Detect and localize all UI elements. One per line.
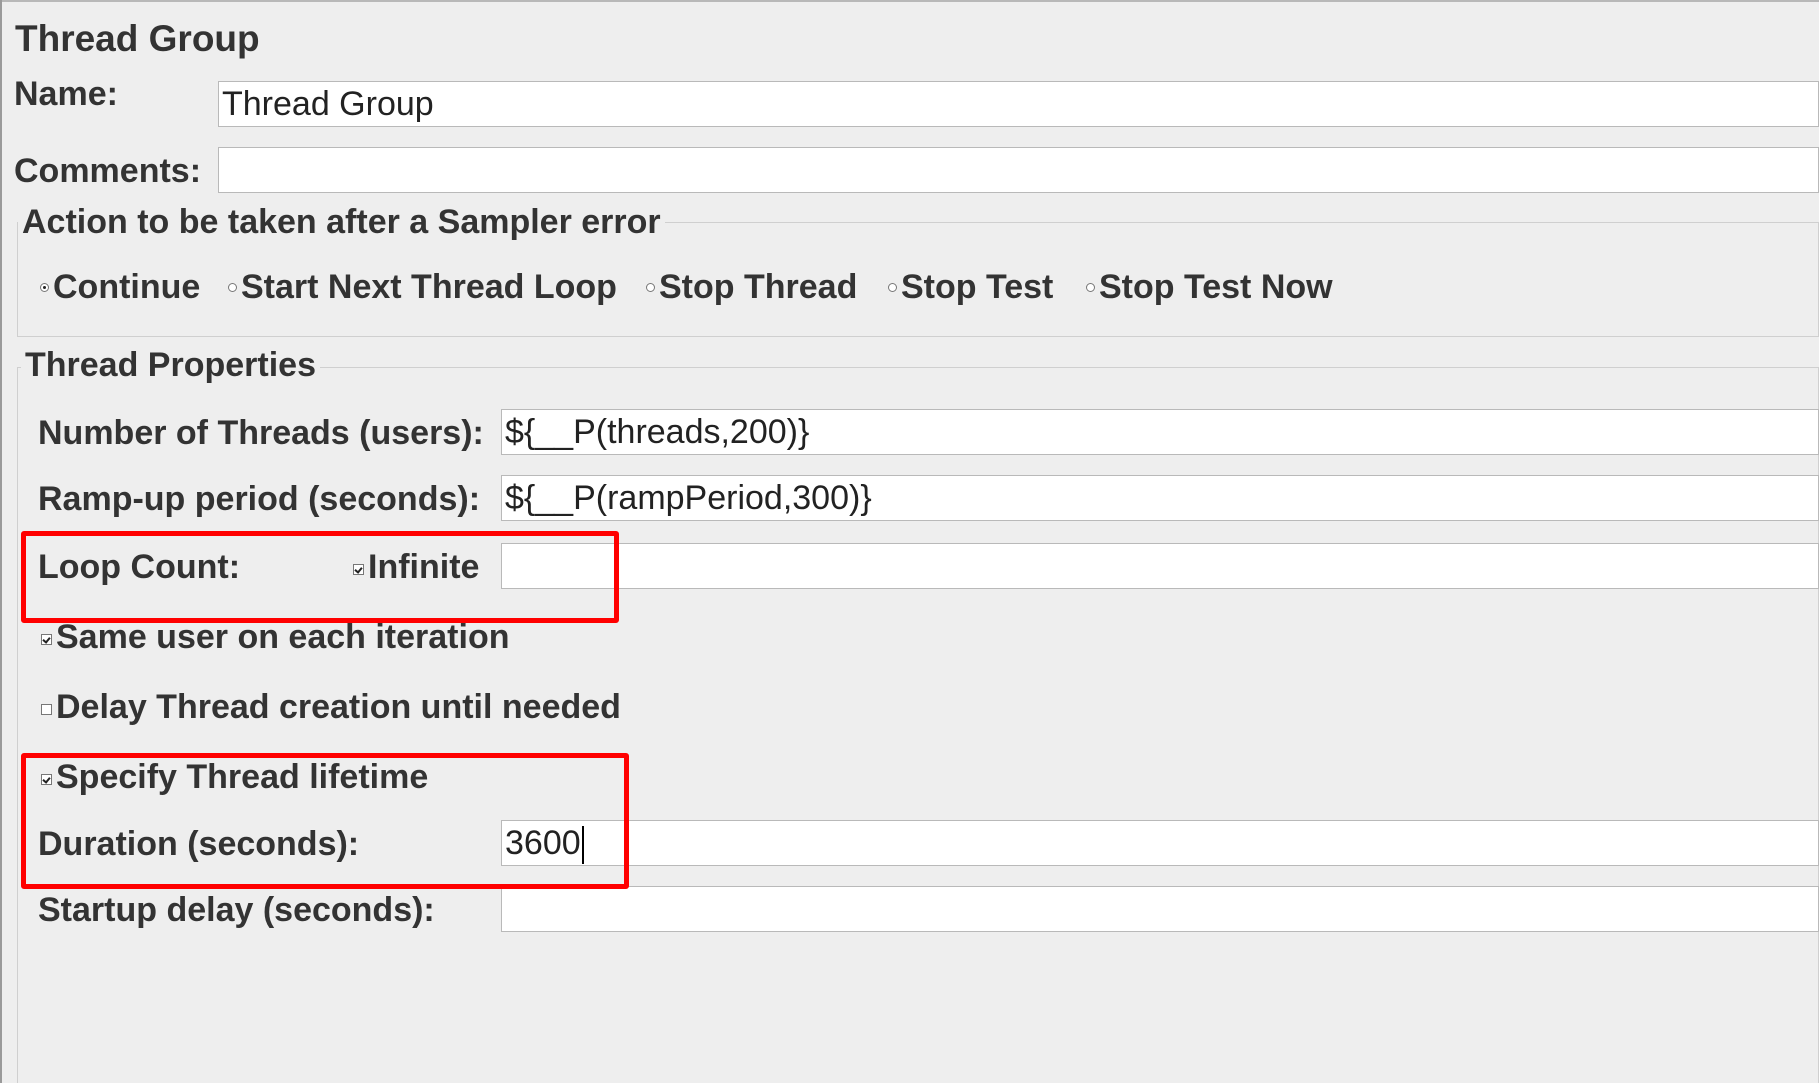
ramp-up-label: Ramp-up period (seconds):: [38, 480, 481, 518]
thread-properties-legend: Thread Properties: [21, 346, 320, 385]
delay-thread-creation-checkbox[interactable]: Delay Thread creation until needed: [41, 688, 621, 727]
radio-stop-test-now-label: Stop Test Now: [1099, 268, 1333, 306]
comments-label: Comments:: [14, 152, 202, 190]
top-border: [0, 0, 1819, 2]
radio-selected-icon: [40, 283, 49, 292]
delay-thread-creation-label: Delay Thread creation until needed: [56, 688, 621, 726]
left-border: [0, 0, 2, 1083]
startup-delay-label: Startup delay (seconds):: [38, 891, 435, 929]
comments-input[interactable]: [218, 147, 1819, 193]
radio-start-next-thread-loop[interactable]: Start Next Thread Loop: [228, 268, 617, 307]
radio-unselected-icon: [228, 283, 237, 292]
same-user-checkbox[interactable]: Same user on each iteration: [41, 618, 510, 657]
thread-group-panel: Thread Group Name: Thread Group Comments…: [0, 0, 1819, 1083]
radio-stop-thread-label: Stop Thread: [659, 268, 858, 306]
checkbox-checked-icon: [41, 633, 52, 645]
radio-continue-label: Continue: [53, 268, 201, 306]
radio-unselected-icon: [888, 283, 897, 292]
radio-stop-thread[interactable]: Stop Thread: [646, 268, 857, 307]
name-input[interactable]: Thread Group: [218, 81, 1819, 127]
same-user-checkbox-label: Same user on each iteration: [56, 618, 510, 656]
loop-count-input[interactable]: [501, 543, 1819, 589]
radio-unselected-icon: [646, 283, 655, 292]
radio-start-next-thread-loop-label: Start Next Thread Loop: [241, 268, 617, 306]
radio-stop-test[interactable]: Stop Test: [888, 268, 1053, 307]
ramp-up-input[interactable]: ${__P(rampPeriod,300)}: [501, 475, 1819, 521]
name-label: Name:: [14, 75, 118, 113]
sampler-error-legend: Action to be taken after a Sampler error: [18, 203, 665, 242]
radio-stop-test-now[interactable]: Stop Test Now: [1086, 268, 1333, 307]
duration-input[interactable]: 3600: [501, 820, 1819, 866]
checkbox-unchecked-icon: [41, 703, 52, 715]
radio-unselected-icon: [1086, 283, 1095, 292]
startup-delay-input[interactable]: [501, 886, 1819, 932]
loop-count-highlight-box: [21, 531, 619, 623]
radio-stop-test-label: Stop Test: [901, 268, 1054, 306]
num-threads-label: Number of Threads (users):: [38, 414, 484, 452]
panel-title: Thread Group: [15, 18, 260, 59]
radio-continue[interactable]: Continue: [40, 268, 200, 307]
num-threads-input[interactable]: ${__P(threads,200)}: [501, 409, 1819, 455]
thread-lifetime-highlight-box: [21, 753, 629, 889]
